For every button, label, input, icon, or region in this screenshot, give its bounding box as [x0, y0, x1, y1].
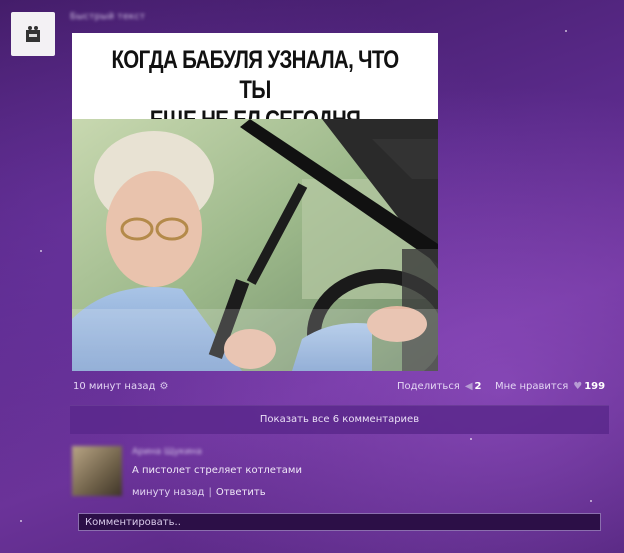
group-name[interactable]: Быстрый текст [70, 12, 145, 22]
megaphone-icon: ◀ [464, 381, 473, 392]
share-count: 2 [474, 381, 482, 392]
comment-text: А пистолет стреляет котлетами [132, 465, 302, 476]
gear-icon[interactable]: ⚙ [159, 381, 168, 392]
share-button[interactable]: Поделиться ◀ 2 [397, 381, 482, 392]
post-image[interactable]: КОГДА БАБУЛЯ УЗНАЛА, ЧТО ТЫ ЕЩЕ НЕ ЕЛ СЕ… [72, 33, 438, 371]
like-button[interactable]: Мне нравится ♥ 199 [495, 381, 605, 392]
group-avatar[interactable] [11, 12, 55, 56]
reply-link[interactable]: Ответить [216, 487, 266, 498]
meme-photo [72, 119, 438, 371]
comment-time[interactable]: минуту назад [132, 487, 204, 498]
comment-avatar[interactable] [72, 446, 122, 496]
comment-meta: минуту назад | Ответить [132, 487, 266, 498]
heart-icon: ♥ [573, 381, 583, 392]
group-logo-icon [26, 26, 40, 42]
comment-author[interactable]: Арина Щукина [132, 447, 202, 457]
show-all-comments-button[interactable]: Показать все 6 комментариев [70, 405, 609, 434]
post-time[interactable]: 10 минут назад ⚙ [73, 381, 168, 392]
comment-separator: | [208, 487, 212, 498]
like-count: 199 [584, 381, 606, 392]
comment-input[interactable] [78, 513, 601, 531]
